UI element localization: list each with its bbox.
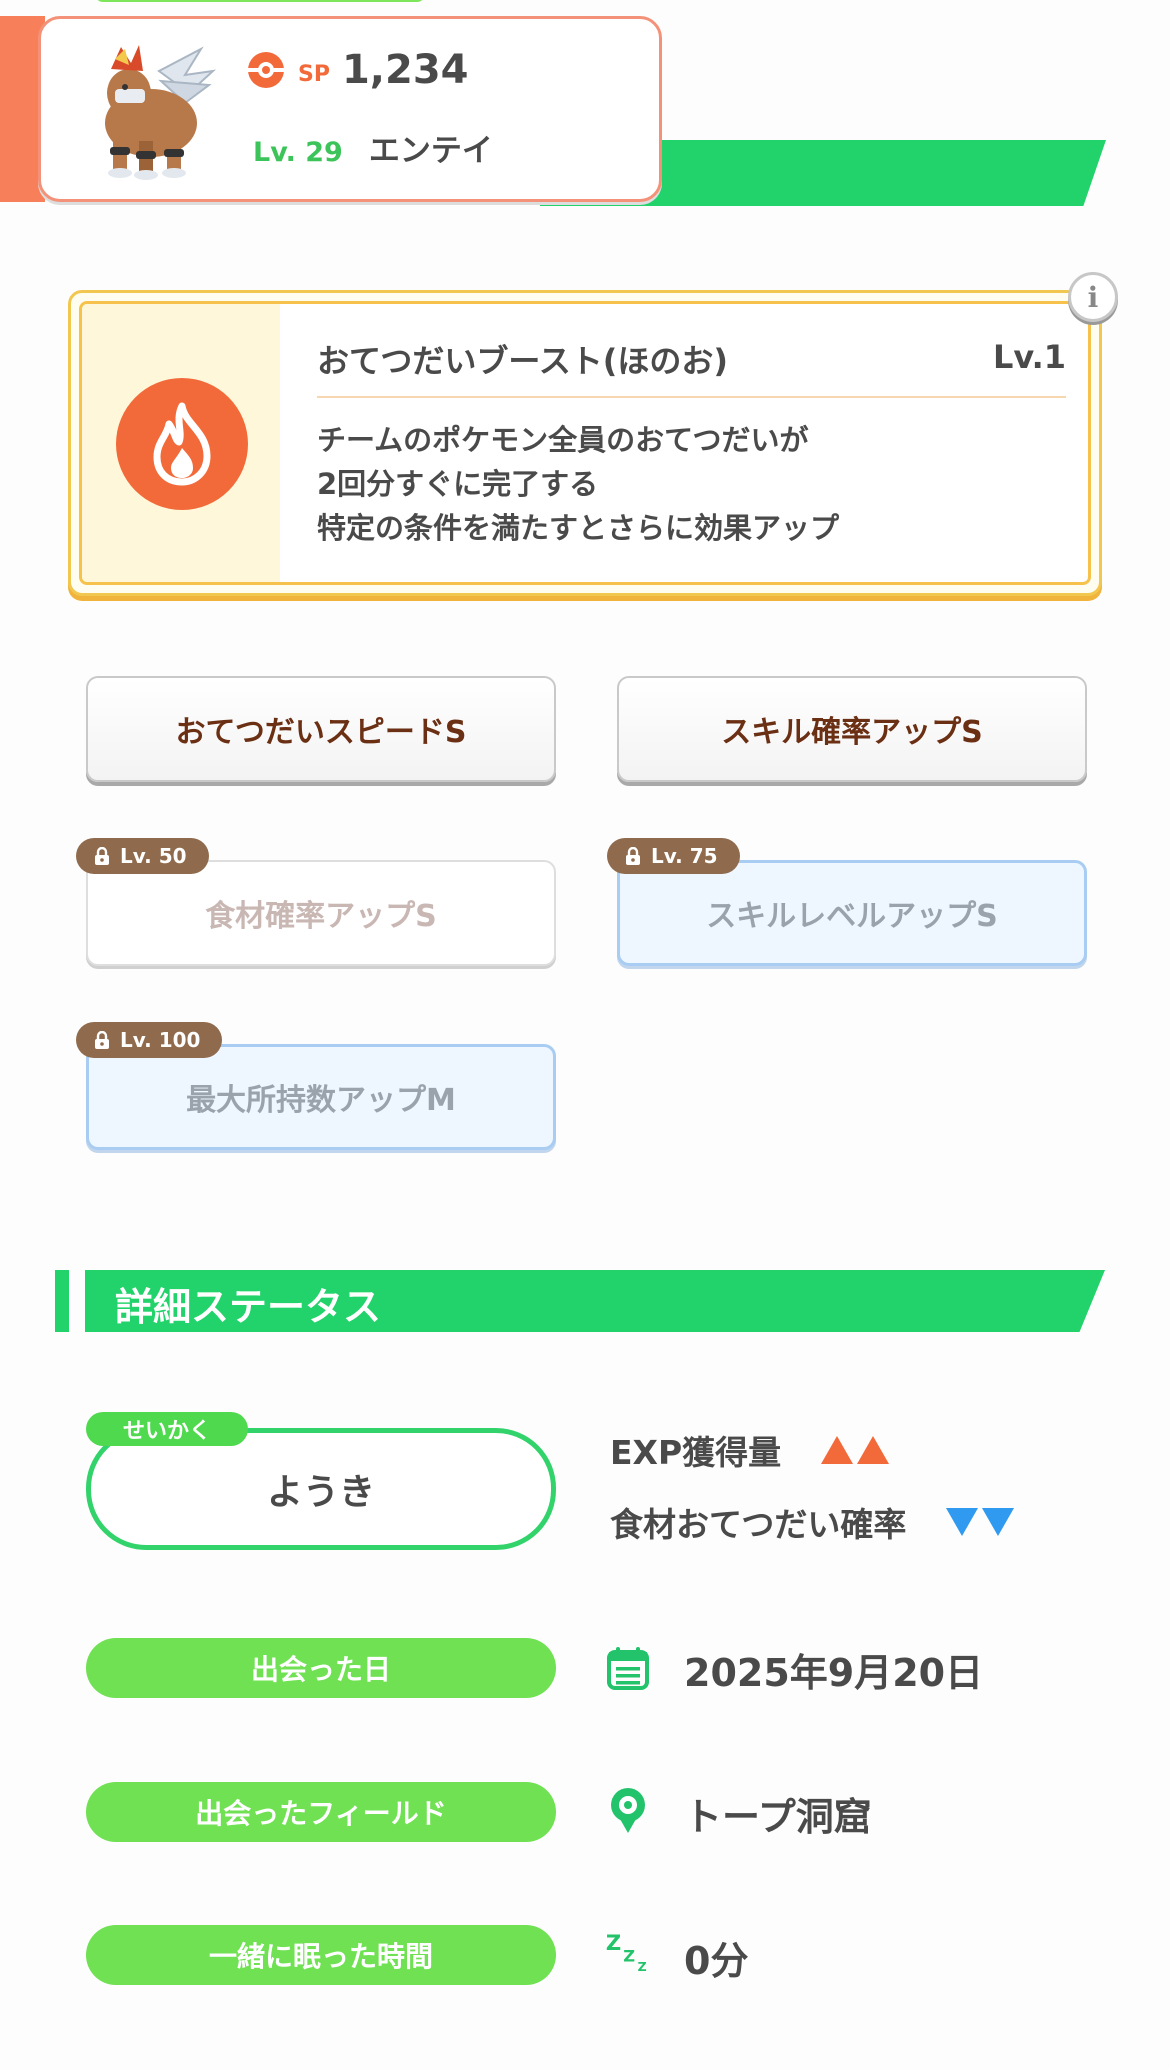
skill-title: おてつだいブースト(ほのお) [317, 342, 729, 380]
level-label: Lv. 29 [253, 137, 343, 168]
down-arrows-icon [946, 1508, 1015, 1536]
met-field-value: トープ洞窟 [684, 1795, 872, 1839]
pokeball-icon [248, 52, 284, 88]
fire-icon [116, 378, 248, 510]
skill-level: Lv.1 [992, 338, 1066, 376]
sp-label: SP [298, 61, 330, 87]
sleep-time-value: 0分 [684, 1939, 749, 1983]
nature-down-effect: 食材おてつだい確率 [610, 1498, 1015, 1546]
nature-tag: せいかく [86, 1412, 248, 1446]
svg-text:Z: Z [623, 1947, 635, 1966]
main-skill-card[interactable]: おてつだいブースト(ほのお) Lv.1 チームのポケモン全員のおてつだいが 2回… [68, 290, 1102, 596]
pokemon-name: エンテイ [368, 133, 493, 169]
lock-icon [95, 1031, 109, 1049]
subskill-button-locked[interactable]: 最大所持数アップM [86, 1044, 556, 1150]
location-pin-icon [604, 1786, 652, 1834]
up-arrows-icon [821, 1436, 890, 1464]
nature-box[interactable]: ようき [86, 1428, 556, 1550]
subskill-button-locked[interactable]: スキルレベルアップS [617, 860, 1087, 966]
subskill-button-locked[interactable]: 食材確率アップS [86, 860, 556, 966]
section-accent [55, 1270, 69, 1332]
section-title: 詳細ステータス [115, 1285, 382, 1329]
svg-text:Z: Z [606, 1930, 621, 1955]
subskill-button[interactable]: スキル確率アップS [617, 676, 1087, 782]
met-date-label: 出会った日 [86, 1638, 556, 1698]
pokemon-card[interactable]: SP 1,234 Lv. 29 エンテイ [38, 16, 662, 202]
top-partial-pill [95, 0, 425, 2]
divider [317, 396, 1066, 398]
met-date-value: 2025年9月20日 [684, 1651, 984, 1695]
nature-up-effect: EXP獲得量 [610, 1426, 890, 1474]
pokemon-portrait [105, 45, 217, 180]
calendar-icon [604, 1644, 652, 1692]
svg-text:Z: Z [638, 1959, 647, 1974]
lock-icon [95, 847, 109, 865]
subskill-button[interactable]: おてつだいスピードS [86, 676, 556, 782]
info-button[interactable]: i [1068, 272, 1118, 322]
lock-icon [626, 847, 640, 865]
sleep-time-label: 一緒に眠った時間 [86, 1925, 556, 1985]
sleep-zzz-icon: Z Z Z [604, 1928, 652, 1976]
lock-badge: Lv. 100 [76, 1022, 223, 1058]
sp-value: 1,234 [341, 47, 469, 93]
skill-icon-pane [82, 304, 280, 582]
lock-badge: Lv. 75 [607, 838, 740, 874]
skill-description: チームのポケモン全員のおてつだいが 2回分すぐに完了する 特定の条件を満たすとさ… [317, 423, 840, 545]
met-field-label: 出会ったフィールド [86, 1782, 556, 1842]
lock-badge: Lv. 50 [76, 838, 209, 874]
